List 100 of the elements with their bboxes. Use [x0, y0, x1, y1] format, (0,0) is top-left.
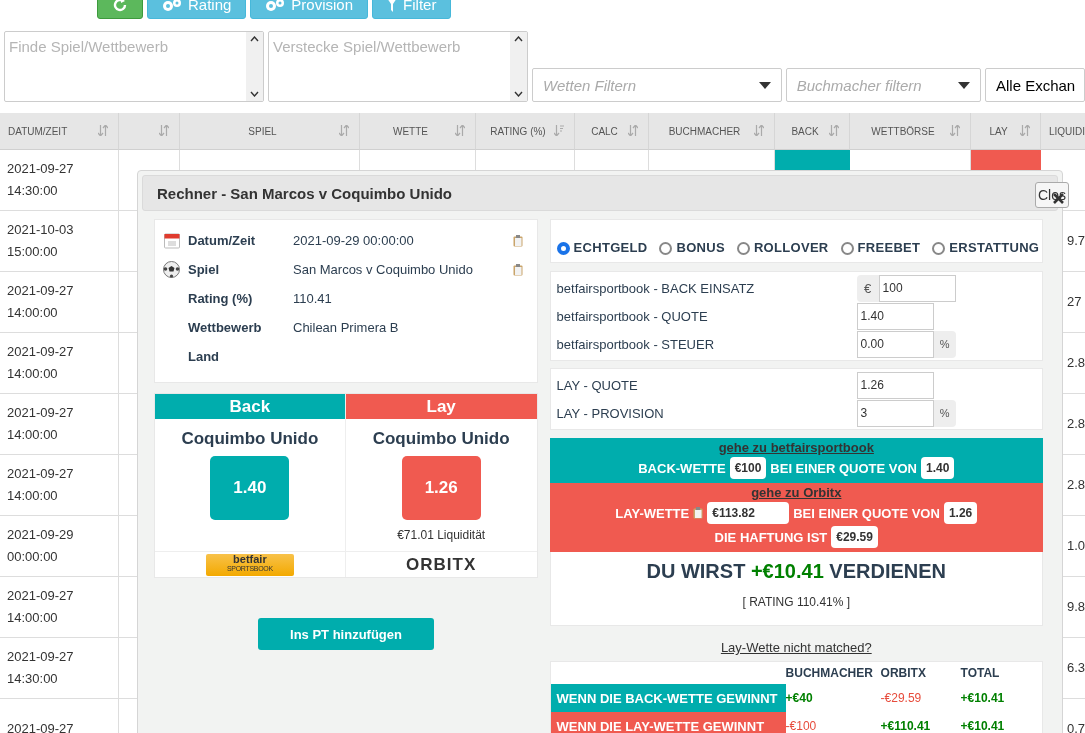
- column-header[interactable]: [119, 113, 180, 150]
- sort-icon[interactable]: [98, 125, 108, 136]
- liquidity-text: €71.01 Liquidität: [397, 528, 486, 542]
- clipboard-icon[interactable]: [512, 263, 523, 276]
- scroll-up-icon[interactable]: [514, 36, 524, 42]
- bet-type-radio[interactable]: ECHTGELD: [556, 239, 648, 255]
- scroll-up-icon[interactable]: [250, 36, 260, 42]
- sort-icon[interactable]: [754, 125, 764, 136]
- odds-box[interactable]: 1.26: [401, 456, 481, 520]
- info-value: 110.41: [293, 291, 333, 306]
- liquidity-text: 2.8: [1067, 415, 1085, 433]
- date-text: 2021-09-27: [7, 404, 75, 422]
- input-field[interactable]: 100: [878, 274, 956, 302]
- sort-icon[interactable]: [554, 125, 564, 136]
- liquidity-text: 1.0: [1067, 537, 1085, 555]
- date-text: 2021-09-27: [7, 282, 75, 300]
- percent-addon: %: [933, 399, 956, 427]
- column-header[interactable]: WETTE: [360, 113, 476, 150]
- time-text: 14:30:00: [7, 670, 59, 688]
- field-label: betfairsportbook - QUOTE: [556, 308, 709, 324]
- search-textarea[interactable]: Finde Spiel/Wettbewerb: [4, 31, 265, 102]
- column-header[interactable]: CALC: [575, 113, 649, 150]
- rating-text: [ RATING 110.41% ]: [742, 595, 851, 609]
- field-label: betfairsportbook - BACK EINSATZ: [556, 280, 756, 296]
- column-label: BUCHMACHER: [668, 125, 741, 137]
- column-header[interactable]: BUCHMACHER: [649, 113, 775, 150]
- liquidity-text: 9.8: [1067, 598, 1085, 616]
- dropdown-icon: [758, 81, 771, 89]
- date-text: 2021-09-27: [7, 587, 75, 605]
- input-field[interactable]: 3: [856, 399, 934, 427]
- time-text: 14:00:00: [7, 426, 59, 444]
- odds-value: 1.26: [943, 502, 978, 524]
- refresh-icon: [112, 0, 128, 13]
- field-label: LAY - PROVISION: [556, 405, 665, 421]
- info-label: Land: [188, 349, 221, 364]
- column-label: LIQUIDI: [1048, 125, 1085, 137]
- exchange-link[interactable]: gehe zu Orbitx: [751, 485, 842, 500]
- sort-icon[interactable]: [339, 125, 349, 136]
- stake-value: €100: [729, 457, 767, 479]
- bet-type-radio[interactable]: ERSTATTUNG: [932, 239, 1040, 255]
- filter-icon: [387, 0, 398, 12]
- column-header[interactable]: DATUM/ZEIT: [0, 113, 119, 150]
- date-text: 2021-10-03: [7, 221, 75, 239]
- liquidity-text: 2.8: [1067, 476, 1085, 494]
- column-header[interactable]: LAY: [971, 113, 1041, 150]
- sort-icon[interactable]: [455, 125, 465, 136]
- scroll-down-icon[interactable]: [250, 91, 260, 97]
- info-label: Datum/Zeit: [188, 233, 257, 248]
- outcome-header: ORBITX: [880, 665, 927, 682]
- sort-icon[interactable]: [950, 125, 960, 136]
- clipboard-icon[interactable]: [693, 507, 704, 519]
- info-value: San Marcos v Coquimbo Unido: [293, 262, 474, 277]
- search-textarea[interactable]: Verstecke Spiel/Wettbewerb: [268, 31, 529, 102]
- info-label: Rating (%): [188, 291, 254, 306]
- input-field[interactable]: 1.26: [856, 371, 934, 399]
- info-label: Spiel: [188, 262, 221, 277]
- column-header[interactable]: WETTBÖRSE: [850, 113, 971, 150]
- soccer-ball-icon: [163, 261, 180, 278]
- sort-icon[interactable]: [1020, 125, 1030, 136]
- filter-select[interactable]: Alle Exchan: [985, 68, 1085, 102]
- liquidity-text: 6.3: [1067, 659, 1085, 677]
- percent-addon: %: [933, 330, 956, 358]
- not-matched-link[interactable]: Lay-Wette nicht matched?: [720, 640, 872, 655]
- outcome-header: BUCHMACHER: [785, 665, 874, 682]
- input-field[interactable]: 0.00: [856, 330, 934, 358]
- team-name: Coquimbo Unido: [372, 429, 510, 449]
- date-text: 2021-09-27: [7, 720, 75, 733]
- bet-type-radio[interactable]: ROLLOVER: [736, 239, 829, 255]
- sort-icon[interactable]: [628, 125, 638, 136]
- liquidity-text: 9.7: [1067, 232, 1085, 250]
- input-field[interactable]: 1.40: [856, 302, 934, 330]
- sort-icon[interactable]: [829, 125, 839, 136]
- time-text: 14:00:00: [7, 365, 59, 383]
- bet-type-radio[interactable]: BONUS: [659, 239, 725, 255]
- info-value: Chilean Primera B: [293, 320, 400, 335]
- date-text: 2021-09-27: [7, 465, 75, 483]
- outcome-header: TOTAL: [960, 665, 1001, 682]
- liability-value: €29.59: [831, 526, 878, 548]
- outcome-value: +€110.41: [880, 718, 932, 733]
- clipboard-icon[interactable]: [512, 234, 523, 247]
- team-name: Coquimbo Unido: [181, 429, 319, 449]
- bet-type-radio[interactable]: FREEBET: [840, 239, 921, 255]
- gears-icon: [265, 0, 286, 12]
- field-label: betfairsportbook - STEUER: [556, 336, 716, 352]
- profit-text: DU WIRST +€10.41 VERDIENEN: [646, 560, 947, 583]
- outcome-value: +€40: [785, 690, 814, 707]
- scroll-down-icon[interactable]: [514, 91, 524, 97]
- sort-icon[interactable]: [159, 125, 169, 136]
- column-header[interactable]: SPIEL: [180, 113, 360, 150]
- column-label: BACK: [791, 125, 819, 137]
- column-header[interactable]: BACK: [775, 113, 850, 150]
- gears-icon: [162, 0, 182, 12]
- column-header[interactable]: LIQUIDI: [1041, 113, 1085, 150]
- date-text: 2021-09-29: [7, 526, 75, 544]
- time-text: 00:00:00: [7, 548, 59, 566]
- time-text: 14:30:00: [7, 182, 59, 200]
- instruction-text: BEI EINER QUOTE VON: [770, 460, 917, 476]
- side-header: Lay: [345, 394, 537, 419]
- bookmaker-link[interactable]: gehe zu betfairsportbook: [718, 440, 874, 455]
- column-header[interactable]: RATING (%): [476, 113, 575, 150]
